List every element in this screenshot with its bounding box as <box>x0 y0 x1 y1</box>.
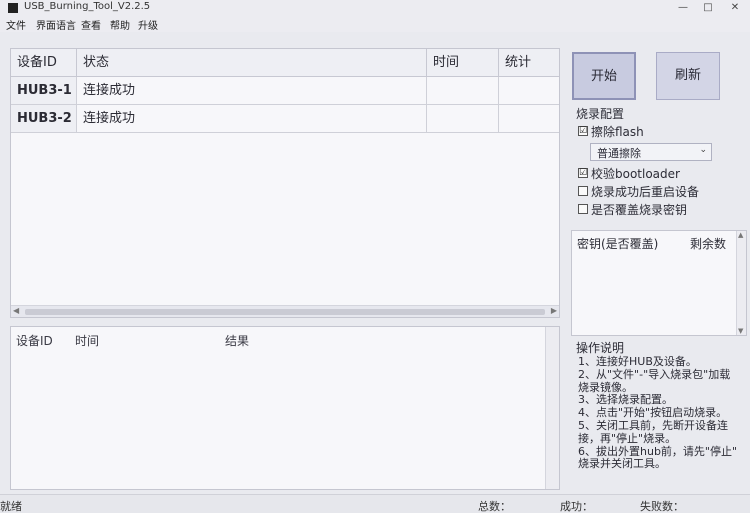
close-button[interactable]: ✕ <box>722 1 748 15</box>
table-row-count[interactable] <box>499 105 559 133</box>
status-success: 成功： <box>560 500 593 513</box>
config-title: 烧录配置 <box>576 107 625 121</box>
log-header-device-id: 设备ID <box>16 334 53 348</box>
instruction-line: 2、从"文件"-"导入烧录包"加载 <box>578 367 731 381</box>
table-row-status[interactable]: 连接成功 <box>77 77 427 105</box>
verify-bootloader-checkbox[interactable]: ☑ <box>578 168 588 178</box>
window-title: USB_Burning_Tool_V2.2.5 <box>24 1 151 12</box>
instruction-line: 接，再"停止"烧录。 <box>578 431 677 445</box>
erase-flash-checkbox[interactable]: ☑ <box>578 126 588 136</box>
table-row-time[interactable] <box>427 105 499 133</box>
table-row-id[interactable]: HUB3-2 <box>11 105 77 133</box>
status-fail: 失败数： <box>640 500 684 513</box>
instruction-line: 1、连接好HUB及设备。 <box>578 355 697 368</box>
status-ready: 就绪 <box>0 500 22 513</box>
reboot-after-checkbox[interactable] <box>578 186 588 196</box>
key-header-remaining: 剩余数 <box>690 237 727 251</box>
menu-language[interactable]: 界面语言 <box>36 17 76 32</box>
erase-mode-select[interactable]: 普通擦除 ⌄ <box>590 143 712 161</box>
table-row-count[interactable] <box>499 77 559 105</box>
scroll-left-icon[interactable]: ◀ <box>13 306 19 315</box>
col-header-status[interactable]: 状态 <box>77 49 427 77</box>
instruction-line: 烧录并关闭工具。 <box>578 457 666 471</box>
horizontal-scrollbar[interactable]: ◀ ▶ <box>11 305 559 317</box>
scroll-down-icon[interactable]: ▼ <box>738 327 743 335</box>
app-icon <box>8 3 18 13</box>
menu-upgrade[interactable]: 升级 <box>138 17 158 32</box>
scroll-right-icon[interactable]: ▶ <box>551 306 557 315</box>
table-row-status[interactable]: 连接成功 <box>77 105 427 133</box>
refresh-button[interactable]: 刷新 <box>656 52 720 100</box>
table-row-time[interactable] <box>427 77 499 105</box>
key-list[interactable]: 密钥(是否覆盖) 剩余数 ▲ ▼ <box>571 230 747 336</box>
instructions-title: 操作说明 <box>576 341 625 355</box>
status-total: 总数： <box>478 500 511 513</box>
key-header-key: 密钥(是否覆盖) <box>577 237 659 251</box>
menu-file[interactable]: 文件 <box>6 17 26 32</box>
reboot-after-label: 烧录成功后重启设备 <box>591 185 700 199</box>
verify-bootloader-label: 校验bootloader <box>591 167 680 181</box>
menu-help[interactable]: 帮助 <box>110 17 130 32</box>
maximize-button[interactable]: □ <box>695 1 721 15</box>
overwrite-key-label: 是否覆盖烧录密钥 <box>591 203 688 217</box>
table-row-id[interactable]: HUB3-1 <box>11 77 77 105</box>
log-header-time: 时间 <box>75 334 100 348</box>
col-header-time[interactable]: 时间 <box>427 49 499 77</box>
scrollbar-thumb[interactable] <box>25 309 545 315</box>
title-bar: USB_Burning_Tool_V2.2.5 — □ ✕ <box>0 0 750 16</box>
menu-bar: 文件 界面语言 查看 帮助 升级 <box>0 16 750 32</box>
log-header-result: 结果 <box>225 334 250 348</box>
status-bar: 就绪 总数： 成功： 失败数： <box>0 494 750 513</box>
vertical-scrollbar[interactable]: ▲ ▼ <box>736 231 746 335</box>
instruction-line: 5、关闭工具前，先断开设备连 <box>578 418 728 432</box>
col-header-count[interactable]: 统计 <box>499 49 559 77</box>
device-grid[interactable]: 设备ID 状态 时间 统计 HUB3-1 连接成功 HUB3-2 连接成功 ◀ … <box>10 48 560 318</box>
erase-flash-label: 擦除flash <box>591 125 644 139</box>
scroll-up-icon[interactable]: ▲ <box>738 231 743 239</box>
overwrite-key-checkbox[interactable] <box>578 204 588 214</box>
start-button[interactable]: 开始 <box>572 52 636 100</box>
erase-mode-value: 普通擦除 <box>597 147 641 160</box>
chevron-down-icon: ⌄ <box>699 145 707 155</box>
result-log[interactable]: 设备ID 时间 结果 <box>10 326 560 490</box>
instructions: 1、连接好HUB及设备。 2、从"文件"-"导入烧录包"加载 烧录镜像。 3、选… <box>578 355 746 471</box>
vertical-scrollbar[interactable] <box>545 327 559 489</box>
menu-view[interactable]: 查看 <box>81 17 101 32</box>
col-header-device-id[interactable]: 设备ID <box>11 49 77 77</box>
minimize-button[interactable]: — <box>670 1 696 15</box>
